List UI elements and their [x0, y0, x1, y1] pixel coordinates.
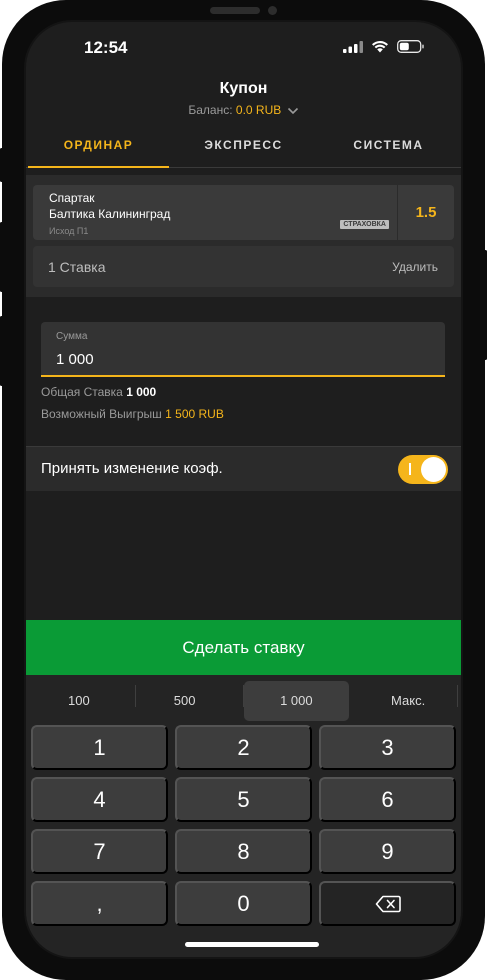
key-6[interactable]: 6	[319, 777, 456, 822]
toggle-knob	[421, 457, 446, 482]
key-1[interactable]: 1	[31, 725, 168, 770]
speaker	[210, 7, 260, 14]
accept-odds-change-row: Принять изменение коэф.	[26, 446, 461, 491]
stakes-count: 1 Ставка	[48, 259, 106, 275]
accept-odds-change-toggle[interactable]	[398, 455, 448, 484]
bet-odds: 1.5	[398, 185, 454, 240]
insurance-badge[interactable]: СТРАХОВКА	[340, 220, 389, 229]
key-backspace[interactable]	[319, 881, 456, 926]
key-8[interactable]: 8	[175, 829, 312, 874]
key-comma[interactable]: ,	[31, 881, 168, 926]
wifi-icon	[372, 40, 388, 53]
team-home: Спартак	[49, 191, 95, 205]
key-2[interactable]: 2	[175, 725, 312, 770]
bet-card[interactable]: Спартак Балтика Калининград Исход П1 СТР…	[33, 185, 397, 240]
key-0[interactable]: 0	[175, 881, 312, 926]
cellular-signal-icon	[343, 40, 363, 53]
tab-express[interactable]: ЭКСПРЕСС	[171, 127, 316, 167]
quick-amount-max[interactable]: Макс.	[355, 681, 461, 721]
balance-value: 0.0 RUB	[235, 103, 282, 117]
camera	[268, 6, 277, 15]
key-3[interactable]: 3	[319, 725, 456, 770]
phone-mockup: 12:54 Купон Баланс: 0.0 RUB ОРДИНАР ЭКСП…	[0, 0, 487, 980]
quick-amount-1000[interactable]: 1 000	[243, 681, 350, 721]
quick-separator	[135, 685, 136, 707]
amount-input[interactable]: Сумма 1 000	[41, 322, 445, 377]
amount-label: Сумма	[56, 331, 88, 342]
status-time: 12:54	[84, 38, 128, 57]
place-bet-button[interactable]: Сделать ставку	[26, 620, 461, 675]
quick-separator	[457, 685, 458, 707]
key-7[interactable]: 7	[31, 829, 168, 874]
accept-odds-change-label: Принять изменение коэф.	[41, 460, 223, 477]
battery-icon	[397, 40, 424, 53]
key-4[interactable]: 4	[31, 777, 168, 822]
key-5[interactable]: 5	[175, 777, 312, 822]
balance-selector[interactable]: Баланс: 0.0 RUB	[26, 103, 461, 117]
total-stake-label: Общая Ставка	[41, 385, 123, 399]
possible-win: Возможный Выигрыш 1 500 RUB	[41, 407, 224, 421]
possible-win-value: 1 500 RUB	[165, 407, 224, 421]
backspace-icon	[375, 895, 401, 912]
possible-win-label: Возможный Выигрыш	[41, 407, 162, 421]
quick-amount-500[interactable]: 500	[132, 681, 238, 721]
bet-type-tabs: ОРДИНАР ЭКСПРЕСС СИСТЕМА	[26, 127, 461, 168]
app-screen: 12:54 Купон Баланс: 0.0 RUB ОРДИНАР ЭКСП…	[26, 22, 461, 957]
coupon-title: Купон	[219, 80, 268, 97]
quick-amount-100[interactable]: 100	[26, 681, 132, 721]
delete-button[interactable]: Удалить	[392, 260, 438, 274]
home-indicator	[185, 942, 319, 947]
toggle-on-mark	[409, 463, 411, 475]
bet-list-section: Спартак Балтика Калининград Исход П1 СТР…	[26, 175, 461, 297]
balance-label: Баланс:	[188, 103, 233, 117]
team-away: Балтика Калининград	[49, 207, 171, 221]
tab-system[interactable]: СИСТЕМА	[316, 127, 461, 167]
amount-value: 1 000	[56, 351, 94, 368]
bet-outcome: Исход П1	[49, 226, 89, 236]
total-stake: Общая Ставка 1 000	[41, 385, 156, 399]
total-stake-value: 1 000	[126, 385, 157, 399]
chevron-down-icon	[287, 107, 298, 114]
stakes-row: 1 Ставка Удалить	[33, 246, 454, 287]
numeric-keypad: 100 500 1 000 Макс. 1 2 3 4 5 6 7 8 9 , …	[26, 675, 461, 957]
key-9[interactable]: 9	[319, 829, 456, 874]
tab-single[interactable]: ОРДИНАР	[26, 127, 171, 168]
quick-separator	[243, 685, 244, 707]
status-icons	[343, 40, 425, 53]
